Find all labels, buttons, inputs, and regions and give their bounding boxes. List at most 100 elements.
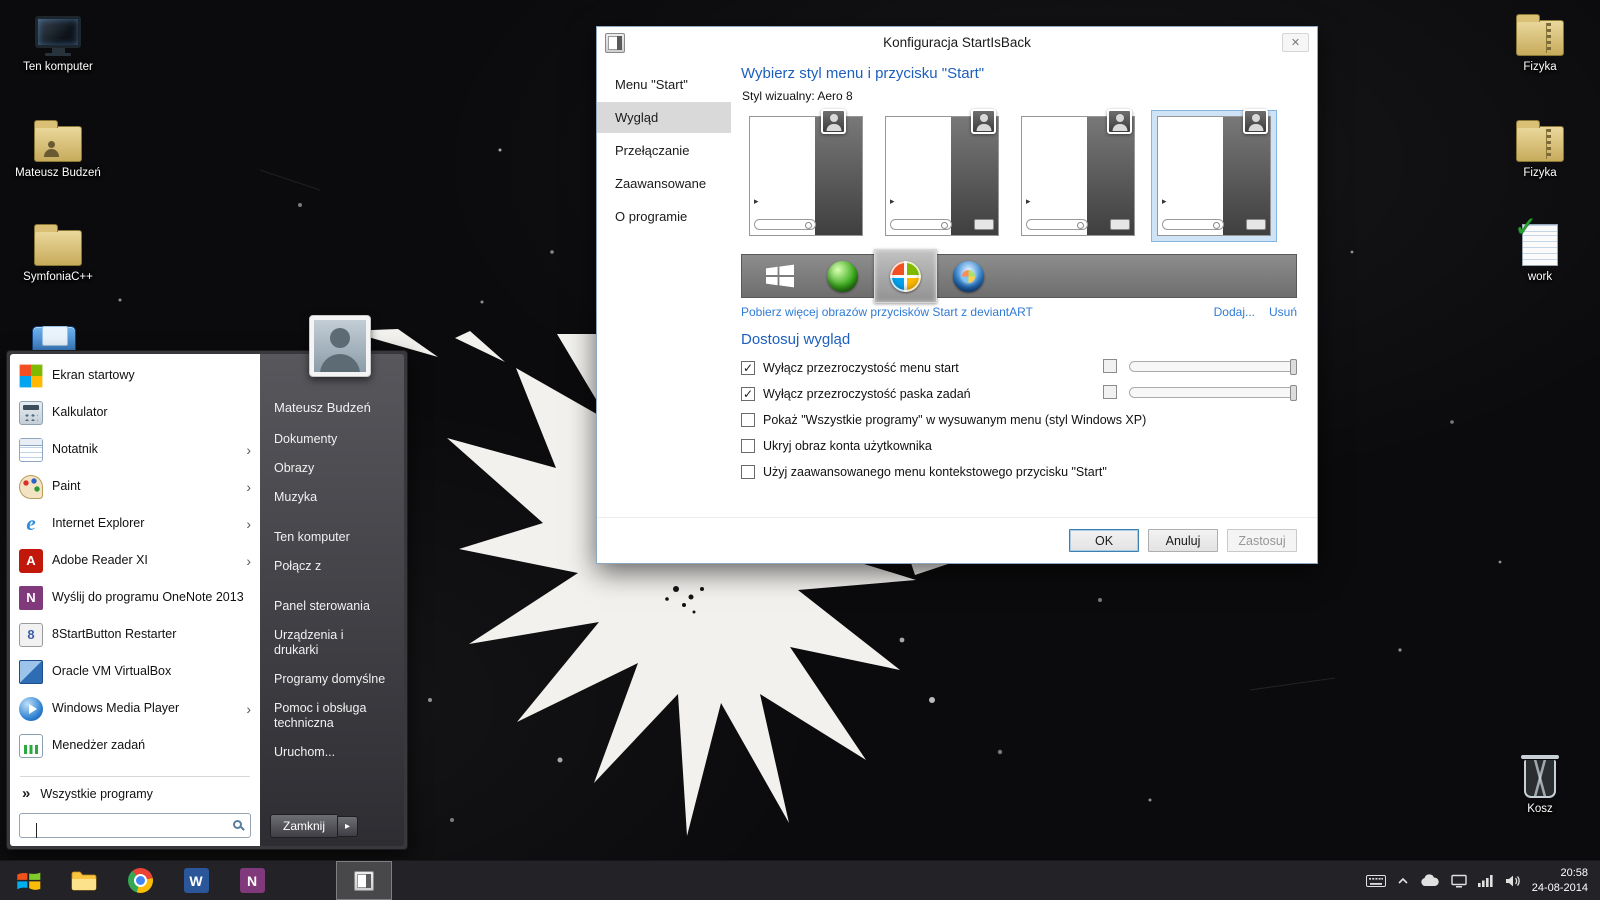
windows-flag-icon [15,867,42,894]
ok-button[interactable]: OK [1069,529,1139,552]
action-center-icon[interactable] [1451,874,1467,888]
shutdown-button[interactable]: Zamknij [270,814,337,838]
menu-style-option-4-selected[interactable]: ▸ [1151,110,1277,242]
start-menu-item-start-screen[interactable]: Ekran startowy [10,357,260,394]
start-menu-link-connect-to[interactable]: Połącz z [260,552,404,581]
start-menu-link-devices-printers[interactable]: Urządzenia i drukarki [260,621,404,665]
remove-button[interactable]: Usuń [1269,305,1297,319]
desktop: Ten komputer Mateusz Budzeń SymfoniaC++ … [0,0,1600,900]
sidebar-item-switching[interactable]: Przełączanie [597,135,731,166]
onenote-icon [240,868,265,893]
add-button[interactable]: Dodaj... [1214,305,1255,319]
taskbar-app-chrome[interactable] [112,861,168,900]
checkbox-unchecked[interactable] [741,465,755,479]
taskbar-app-explorer[interactable] [56,861,112,900]
taskbar-app-onenote[interactable] [224,861,280,900]
keyboard-icon[interactable] [1366,874,1386,888]
start-menu-link-music[interactable]: Muzyka [260,483,404,512]
onedrive-cloud-icon[interactable] [1420,874,1440,888]
desktop-icon-this-pc[interactable]: Ten komputer [10,10,106,73]
start-button-option-green-orb[interactable] [811,254,874,298]
checkbox-row-menu-transparency[interactable]: ✓ Wyłącz przezroczystość menu start [741,355,1297,381]
checkbox-row-advanced-context-menu[interactable]: Użyj zaawansowanego menu kontekstowego p… [741,459,1297,485]
volume-icon[interactable] [1505,874,1521,888]
cancel-button[interactable]: Anuluj [1148,529,1218,552]
search-input[interactable] [19,813,251,838]
user-picture-icon [821,109,846,134]
start-menu-item-task-manager[interactable]: Menedżer zadań [10,727,260,764]
start-menu-item-virtualbox[interactable]: Oracle VM VirtualBox [10,653,260,690]
slider-handle[interactable] [1290,385,1297,401]
slider-handle[interactable] [1290,359,1297,375]
start-menu-item-onenote-send[interactable]: Wyślij do programu OneNote 2013 [10,579,260,616]
taskbar-app-word[interactable] [168,861,224,900]
start-menu-link-run[interactable]: Uruchom... [260,738,404,767]
text-caret [36,823,37,838]
start-button-option-win8[interactable] [748,254,811,298]
start-menu-item-paint[interactable]: Paint › [10,468,260,505]
start-menu-link-default-programs[interactable]: Programy domyślne [260,665,404,694]
transparency-value-box[interactable] [1103,359,1117,373]
tray-expand-chevron-icon[interactable] [1397,876,1409,886]
sidebar-item-start-menu[interactable]: Menu "Start" [597,69,731,100]
deviantart-link[interactable]: Pobierz więcej obrazów przycisków Start … [741,305,1033,319]
desktop-icon-label: Fizyka [1523,167,1556,179]
user-picture-icon [971,109,996,134]
network-signal-icon[interactable] [1478,874,1494,887]
search-box-preview [890,219,952,230]
start-menu-link-control-panel[interactable]: Panel sterowania [260,592,404,621]
sidebar-item-appearance[interactable]: Wygląd [597,102,731,133]
sidebar-item-advanced[interactable]: Zaawansowane [597,168,731,199]
start-menu-link-help-support[interactable]: Pomoc i obsługa techniczna [260,694,404,738]
checkbox-checked[interactable]: ✓ [741,387,755,401]
taskbar-transparency-slider[interactable] [1129,387,1297,398]
checkbox-unchecked[interactable] [741,413,755,427]
checkbox-checked[interactable]: ✓ [741,361,755,375]
desktop-icon-fizyka-2[interactable]: Fizyka [1492,116,1588,179]
menu-transparency-slider[interactable] [1129,361,1297,372]
sidebar-item-about[interactable]: O programie [597,201,731,232]
dialog-title: Konfiguracja StartIsBack [597,35,1317,50]
desktop-icon-work[interactable]: ✓ work [1492,220,1588,283]
user-name[interactable]: Mateusz Budzeń [260,400,404,425]
desktop-icon-fizyka-1[interactable]: Fizyka [1492,10,1588,73]
checkbox-unchecked[interactable] [741,439,755,453]
close-button[interactable]: ✕ [1282,33,1309,52]
menu-style-option-3[interactable]: ▸ [1015,110,1141,242]
notebook-check-icon: ✓ [1522,220,1558,266]
taskbar-app-startisback-active[interactable] [336,861,392,900]
start-menu-item-media-player[interactable]: Windows Media Player › [10,690,260,727]
all-programs-button[interactable]: » Wszystkie programy [10,779,260,808]
user-picture-icon [1243,109,1268,134]
desktop-icon-user-folder[interactable]: Mateusz Budzeń [10,116,106,179]
start-menu-link-pictures[interactable]: Obrazy [260,454,404,483]
chrome-icon [128,868,153,893]
start-menu-item-internet-explorer[interactable]: Internet Explorer › [10,505,260,542]
start-menu-link-documents[interactable]: Dokumenty [260,425,404,454]
taskbar-clock[interactable]: 20:58 24-08-2014 [1532,866,1588,895]
start-menu-item-adobe-reader[interactable]: Adobe Reader XI › [10,542,260,579]
start-button-option-win7-orb[interactable] [937,254,1000,298]
visual-style-label: Styl wizualny: [742,89,815,103]
shutdown-options-expander[interactable]: ▸ [337,816,358,837]
menu-style-option-2[interactable]: ▸ [879,110,1005,242]
desktop-icon-recycle-bin[interactable]: Kosz [1492,752,1588,815]
media-player-icon [19,697,43,721]
checkbox-row-taskbar-transparency[interactable]: ✓ Wyłącz przezroczystość paska zadań [741,381,1297,407]
start-button-option-color-orb-selected[interactable] [874,249,937,303]
dialog-content: Wybierz styl menu i przycisku "Start" St… [731,59,1317,517]
menu-style-option-1[interactable]: ▸ [743,110,869,242]
user-account-picture[interactable] [309,315,371,377]
checkbox-row-hide-user-picture[interactable]: Ukryj obraz konta użytkownika [741,433,1297,459]
desktop-icon-symfonia[interactable]: SymfoniaC++ [10,220,106,283]
start-menu-link-this-pc[interactable]: Ten komputer [260,523,404,552]
start-menu-item-notepad[interactable]: Notatnik › [10,431,260,468]
checkbox-row-xp-flyout[interactable]: Pokaż "Wszystkie programy" w wysuwanym m… [741,407,1297,433]
taskbar-app-metro[interactable] [280,861,336,900]
start-menu-item-calculator[interactable]: Kalkulator [10,394,260,431]
transparency-value-box[interactable] [1103,385,1117,399]
start-button[interactable] [0,861,56,900]
dialog-titlebar[interactable]: Konfiguracja StartIsBack ✕ [597,27,1317,59]
recycle-bin-icon [1524,752,1556,798]
start-menu-item-8startbutton[interactable]: 8StartButton Restarter [10,616,260,653]
